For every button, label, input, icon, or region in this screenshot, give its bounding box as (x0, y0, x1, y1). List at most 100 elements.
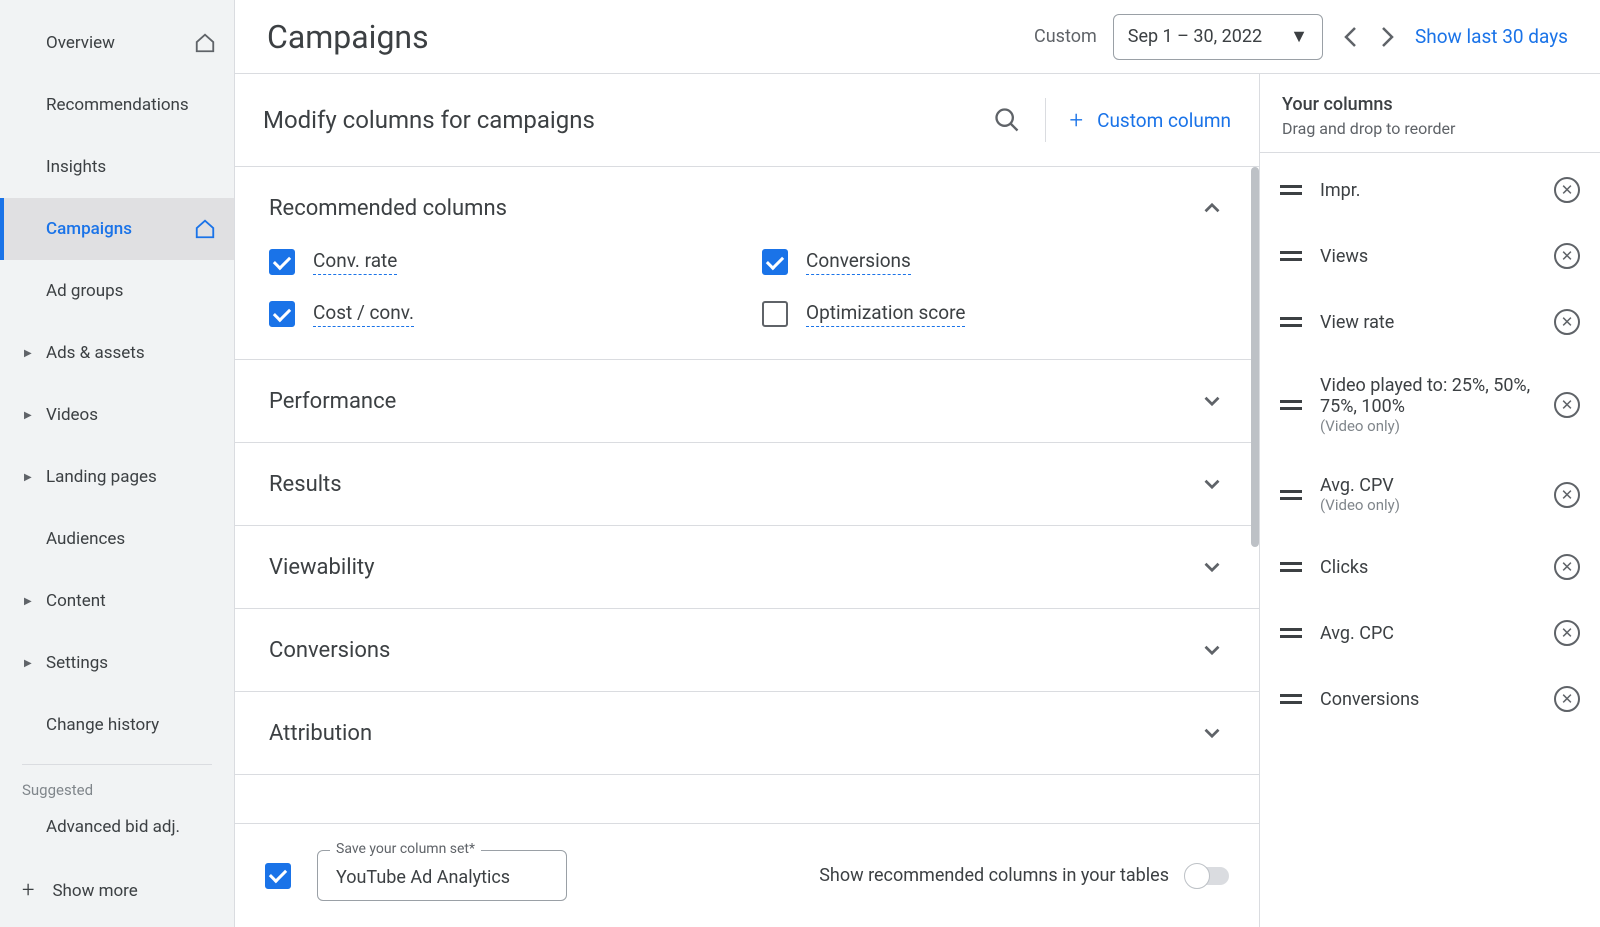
plus-icon: + (1070, 106, 1084, 134)
sidebar-item-settings[interactable]: ▶Settings (0, 632, 234, 694)
remove-column-button[interactable]: ✕ (1554, 482, 1580, 508)
checkbox[interactable] (269, 301, 295, 327)
date-next-button[interactable] (1377, 26, 1399, 48)
your-column-label: Avg. CPC (1320, 623, 1536, 644)
save-columnset-checkbox[interactable] (265, 863, 291, 889)
your-column-item[interactable]: Impr. ✕ (1272, 157, 1588, 223)
caret-right-icon: ▶ (24, 410, 32, 421)
remove-column-button[interactable]: ✕ (1554, 309, 1580, 335)
sidebar-item-campaigns[interactable]: Campaigns (0, 198, 234, 260)
chevron-down-icon (1199, 388, 1225, 414)
column-option-label: Optimization score (806, 301, 965, 327)
drag-handle-icon[interactable] (1280, 400, 1302, 410)
category-label: Viewability (269, 555, 375, 580)
plus-icon: + (22, 878, 34, 903)
sidebar-item-advanced-bid-adj[interactable]: Advanced bid adj. (0, 799, 234, 854)
sidebar-item-label: Insights (46, 157, 106, 177)
drag-handle-icon[interactable] (1280, 185, 1302, 195)
sidebar-item-label: Audiences (46, 529, 125, 549)
save-columnset-value: YouTube Ad Analytics (336, 867, 548, 888)
your-column-item[interactable]: Conversions✕ (1272, 666, 1588, 732)
modify-columns-pane: Modify columns for campaigns + Custom co… (235, 74, 1260, 927)
drag-handle-icon[interactable] (1280, 317, 1302, 327)
category-results: Results (235, 443, 1259, 526)
home-icon (194, 218, 216, 240)
your-column-item[interactable]: View rate✕ (1272, 289, 1588, 355)
your-column-label: Impr. (1320, 180, 1536, 201)
sidebar-item-videos[interactable]: ▶Videos (0, 384, 234, 446)
sidebar-divider (22, 764, 212, 765)
your-column-label: Video played to: 25%, 50%, 75%, 100%(Vid… (1320, 375, 1536, 435)
show-recommended-toggle[interactable] (1185, 867, 1229, 885)
your-column-label: Clicks (1320, 557, 1536, 578)
remove-column-button[interactable]: ✕ (1554, 686, 1580, 712)
sidebar-item-overview[interactable]: Overview (0, 12, 234, 74)
custom-column-button[interactable]: + Custom column (1070, 106, 1231, 134)
category-recommended-columns: Recommended columnsConv. rate Conversions… (235, 167, 1259, 360)
category-header[interactable]: Performance (235, 360, 1259, 442)
remove-column-button[interactable]: ✕ (1554, 392, 1580, 418)
drag-handle-icon[interactable] (1280, 490, 1302, 500)
your-column-item[interactable]: Clicks ✕ (1272, 534, 1588, 600)
category-header[interactable]: Viewability (235, 526, 1259, 608)
chevron-up-icon (1199, 195, 1225, 221)
topbar: Campaigns Custom Sep 1 – 30, 2022 ▼ Show… (235, 0, 1600, 74)
scrollbar-thumb[interactable] (1251, 167, 1259, 547)
search-button[interactable] (993, 106, 1021, 134)
your-column-item[interactable]: Video played to: 25%, 50%, 75%, 100%(Vid… (1272, 355, 1588, 455)
sidebar-item-label: Advanced bid adj. (46, 817, 180, 837)
remove-column-button[interactable]: ✕ (1554, 243, 1580, 269)
vertical-divider (1045, 98, 1046, 142)
your-column-label: Views (1320, 246, 1536, 267)
sidebar-item-insights[interactable]: Insights (0, 136, 234, 198)
column-option-conv-rate: Conv. rate (269, 249, 732, 275)
drag-handle-icon[interactable] (1280, 251, 1302, 261)
drag-handle-icon[interactable] (1280, 694, 1302, 704)
date-prev-button[interactable] (1339, 26, 1361, 48)
your-column-item[interactable]: Avg. CPC ✕ (1272, 600, 1588, 666)
sidebar-item-landing-pages[interactable]: ▶Landing pages (0, 446, 234, 508)
sidebar-item-ads-assets[interactable]: ▶Ads & assets (0, 322, 234, 384)
category-conversions: Conversions (235, 609, 1259, 692)
category-header[interactable]: Conversions (235, 609, 1259, 691)
page-title: Campaigns (267, 18, 429, 56)
sidebar-suggested-label: Suggested (0, 773, 234, 799)
category-header[interactable]: Attribution (235, 692, 1259, 774)
your-column-item[interactable]: Avg. CPV(Video only)✕ (1272, 455, 1588, 534)
caret-right-icon: ▶ (24, 658, 32, 669)
show-last-30-days-link[interactable]: Show last 30 days (1415, 25, 1568, 48)
your-column-item[interactable]: Views ✕ (1272, 223, 1588, 289)
sidebar-item-label: Overview (46, 33, 115, 53)
search-icon (993, 106, 1021, 134)
sidebar: Overview Recommendations Insights Campaigns… (0, 0, 235, 927)
drag-handle-icon[interactable] (1280, 628, 1302, 638)
checkbox[interactable] (762, 249, 788, 275)
column-option-label: Conv. rate (313, 249, 397, 275)
category-label: Performance (269, 389, 396, 414)
save-columnset-field[interactable]: Save your column set* YouTube Ad Analyti… (317, 850, 567, 901)
sidebar-item-label: Change history (46, 715, 159, 735)
date-range-picker[interactable]: Sep 1 – 30, 2022 ▼ (1113, 14, 1323, 60)
remove-column-button[interactable]: ✕ (1554, 554, 1580, 580)
checkbox[interactable] (762, 301, 788, 327)
sidebar-item-change-history[interactable]: Change history (0, 694, 234, 756)
category-header[interactable]: Recommended columns (235, 167, 1259, 249)
remove-column-button[interactable]: ✕ (1554, 177, 1580, 203)
category-label: Results (269, 472, 342, 497)
sidebar-item-label: Campaigns (46, 219, 132, 239)
sidebar-item-content[interactable]: ▶Content (0, 570, 234, 632)
your-columns-title: Your columns (1282, 94, 1578, 115)
drag-handle-icon[interactable] (1280, 562, 1302, 572)
categories-scroll[interactable]: Recommended columnsConv. rate Conversions… (235, 167, 1259, 823)
category-header[interactable]: Results (235, 443, 1259, 525)
sidebar-item-audiences[interactable]: Audiences (0, 508, 234, 570)
sidebar-item-ad-groups[interactable]: Ad groups (0, 260, 234, 322)
dropdown-triangle-icon: ▼ (1290, 26, 1308, 47)
sidebar-show-more[interactable]: + Show more (0, 854, 234, 927)
category-body: Conv. rateConversionsCost / conv.Optimiz… (235, 249, 1259, 359)
sidebar-item-recommendations[interactable]: Recommendations (0, 74, 234, 136)
remove-column-button[interactable]: ✕ (1554, 620, 1580, 646)
column-option-label: Conversions (806, 249, 911, 275)
category-label: Conversions (269, 638, 390, 663)
checkbox[interactable] (269, 249, 295, 275)
